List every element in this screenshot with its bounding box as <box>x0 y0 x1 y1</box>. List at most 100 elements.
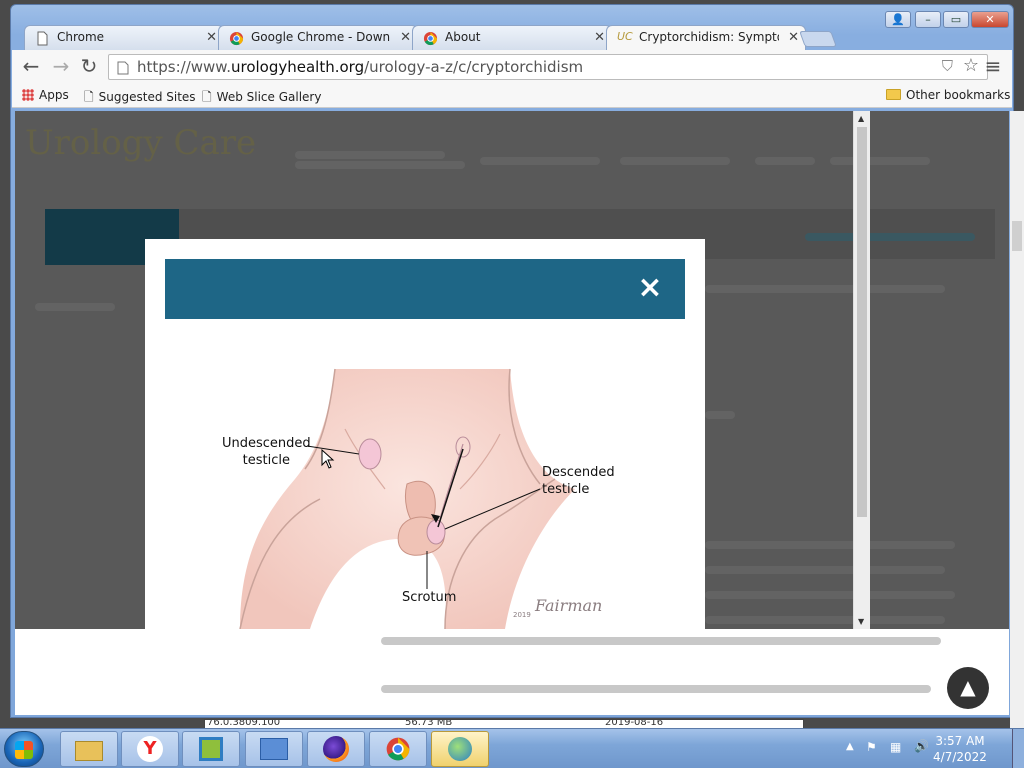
header-link-blur <box>480 157 600 165</box>
bookmark-label: Apps <box>39 88 69 102</box>
volume-icon[interactable]: 🔊 <box>914 739 929 753</box>
close-tab-icon[interactable]: ✕ <box>400 30 411 45</box>
scrollbar-thumb[interactable] <box>857 127 867 517</box>
reload-icon[interactable]: ↻ <box>78 56 100 78</box>
label-scrotum: Scrotum <box>402 590 457 605</box>
chrome-icon <box>229 31 244 46</box>
tab-label: Google Chrome - Download <box>251 30 391 44</box>
site-logo: Urology Care <box>25 123 257 163</box>
date-cell: 2019-08-16 <box>605 719 664 728</box>
windows-logo-icon <box>15 741 33 759</box>
show-hidden-icons[interactable]: ▲ <box>846 741 854 752</box>
page-lower-content <box>15 629 1009 715</box>
start-button[interactable] <box>4 731 44 767</box>
chrome-icon <box>423 31 438 46</box>
scroll-to-top-button[interactable]: ▲ <box>947 667 989 709</box>
close-window-button[interactable]: ✕ <box>971 11 1009 28</box>
bookmark-label: Web Slice Gallery <box>216 90 322 104</box>
taskbar: Y ▲ ⚑ ▦ 🔊 3:57 AM 4/7/2022 <box>0 728 1024 768</box>
nav-link-blur <box>805 233 975 241</box>
scrollbar-thumb[interactable] <box>1012 221 1022 251</box>
scroll-down-arrow-icon[interactable]: ▼ <box>858 617 864 626</box>
page-icon: 🗋 <box>202 90 212 104</box>
menu-icon[interactable]: ≡ <box>982 56 1004 78</box>
svg-text:2019: 2019 <box>513 611 531 619</box>
firefox-icon <box>323 736 349 762</box>
page-icon <box>37 31 48 46</box>
user-icon[interactable]: 👤 <box>885 11 911 28</box>
chrome-icon <box>386 737 410 761</box>
breadcrumb-blur <box>35 303 115 311</box>
star-icon[interactable]: ☆ <box>963 55 979 76</box>
clock[interactable]: 3:57 AM 4/7/2022 <box>930 733 990 765</box>
text-blur <box>381 685 931 693</box>
taskbar-control-panel[interactable] <box>245 731 303 767</box>
url-path: /urology-a-z/c/cryptorchidism <box>364 58 584 76</box>
maximize-button[interactable]: ▭ <box>943 11 969 28</box>
new-tab-button[interactable] <box>799 31 837 47</box>
close-icon[interactable]: × <box>633 269 667 307</box>
globe-icon <box>448 737 472 761</box>
url-scheme: https://www. <box>137 58 231 76</box>
header-text-blur <box>295 151 445 159</box>
show-desktop-button[interactable] <box>1012 729 1024 768</box>
scroll-up-arrow-icon[interactable]: ▲ <box>858 114 864 123</box>
close-tab-icon[interactable]: ✕ <box>788 30 799 45</box>
version-cell: 76.0.3809.100 <box>207 719 281 728</box>
forward-icon[interactable]: → <box>50 56 72 78</box>
close-tab-icon[interactable]: ✕ <box>594 30 605 45</box>
label-descended-testicle: Descended testicle <box>542 465 615 497</box>
taskbar-yandex[interactable]: Y <box>121 731 179 767</box>
text-blur <box>381 637 941 645</box>
size-cell: 56.73 MB <box>405 719 453 728</box>
tab-label: Cryptorchidism: Symptoms <box>639 30 779 44</box>
header-text-blur <box>295 161 465 169</box>
taskbar-app[interactable] <box>182 731 240 767</box>
page-icon: 🗋 <box>84 90 94 104</box>
bookmark-label: Other bookmarks <box>906 88 1011 102</box>
shield-icon[interactable]: ⛉ <box>942 57 953 75</box>
bookmark-other[interactable]: Other bookmarks <box>886 88 1010 102</box>
tab-about[interactable]: About ✕ <box>412 25 612 51</box>
text-blur <box>705 566 945 574</box>
taskbar-network-app[interactable] <box>431 731 489 767</box>
tab-label: About <box>445 30 481 44</box>
svg-text:Fairman: Fairman <box>534 596 602 615</box>
taskbar-explorer[interactable] <box>60 731 118 767</box>
yandex-icon: Y <box>137 736 163 762</box>
text-blur <box>705 411 735 419</box>
header-link-blur <box>830 157 930 165</box>
close-tab-icon[interactable]: ✕ <box>206 30 217 45</box>
text-blur <box>705 616 945 624</box>
modal-header: × <box>165 259 685 319</box>
tab-cryptorchidism[interactable]: UC Cryptorchidism: Symptoms ✕ <box>606 25 806 52</box>
apps-grid-icon <box>22 89 34 101</box>
label-undescended-testicle: Undescended testicle <box>222 436 311 468</box>
taskbar-chrome[interactable] <box>369 731 427 767</box>
folder-icon <box>75 741 103 761</box>
header-link-blur <box>755 157 815 165</box>
modal-scrollbar[interactable]: ▲ ▼ <box>853 111 870 629</box>
tab-label: Chrome <box>57 30 105 44</box>
taskbar-firefox[interactable] <box>307 731 365 767</box>
page-scrollbar[interactable] <box>1010 111 1024 731</box>
bookmark-web-slice-gallery[interactable]: 🗋 Web Slice Gallery <box>202 88 321 109</box>
tab-strip: Chrome ✕ Google Chrome - Download ✕ Abou… <box>12 22 842 52</box>
tab-chrome[interactable]: Chrome ✕ <box>24 25 224 51</box>
tab-chrome-download[interactable]: Google Chrome - Download ✕ <box>218 25 418 51</box>
text-blur <box>705 285 945 293</box>
address-bar[interactable]: https://www.urologyhealth.org/urology-a-… <box>108 54 988 80</box>
network-icon[interactable]: ▦ <box>890 740 901 754</box>
back-icon[interactable]: ← <box>20 56 42 78</box>
page-info-icon[interactable] <box>117 61 129 75</box>
minimize-button[interactable]: – <box>915 11 941 28</box>
bookmark-suggested-sites[interactable]: 🗋 Suggested Sites <box>84 88 196 109</box>
control-panel-icon <box>260 738 288 760</box>
mouse-cursor-icon <box>321 449 335 469</box>
url-host: urologyhealth.org <box>230 58 365 76</box>
header-link-blur <box>620 157 730 165</box>
image-modal: × Fairman 2019 Undescended testicle Desc… <box>145 239 705 629</box>
bookmark-apps[interactable]: Apps <box>22 88 69 102</box>
browser-toolbar: ← → ↻ https://www.urologyhealth.org/urol… <box>12 50 1012 84</box>
flag-icon[interactable]: ⚑ <box>866 740 877 754</box>
